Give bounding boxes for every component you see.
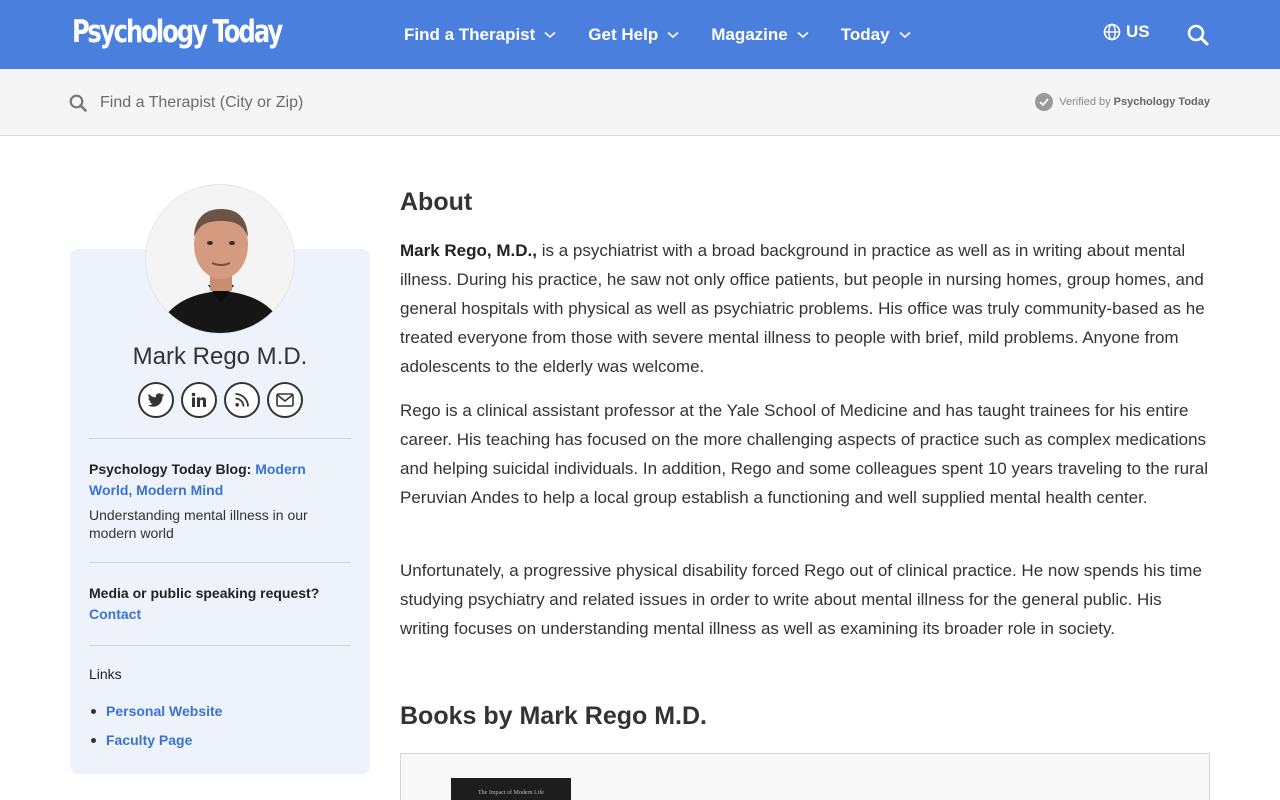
nav-find-a-therapist[interactable]: Find a Therapist	[404, 25, 556, 45]
linkedin-icon	[191, 392, 206, 407]
linkedin-button[interactable]	[181, 382, 217, 418]
header-search-button[interactable]	[1187, 24, 1209, 51]
chevron-down-icon	[544, 31, 556, 38]
media-question: Media or public speaking request?	[89, 585, 320, 601]
divider	[89, 645, 351, 646]
therapist-search-bar: Verified by Psychology Today	[0, 69, 1280, 136]
author-photo	[146, 185, 294, 333]
blog-description: Understanding mental illness in our mode…	[89, 507, 308, 541]
links-list: Personal Website Faculty Page	[89, 697, 222, 755]
about-paragraph-2: Rego is a clinical assistant professor a…	[400, 401, 1209, 507]
blog-info: Psychology Today Blog: Modern World, Mod…	[89, 459, 351, 501]
rss-button[interactable]	[224, 382, 260, 418]
personal-website-link[interactable]: Personal Website	[106, 703, 222, 719]
about-paragraph-1: Mark Rego, M.D., is a psychiatrist with …	[400, 236, 1215, 381]
list-item: Personal Website	[89, 697, 222, 726]
book-cover[interactable]: The Impact of Modern Life	[451, 778, 571, 800]
nav-label: Get Help	[588, 24, 659, 44]
divider	[89, 438, 351, 439]
rss-icon	[235, 393, 249, 407]
search-icon	[69, 94, 87, 112]
region-label: US	[1126, 22, 1150, 41]
chevron-down-icon	[899, 31, 911, 38]
chevron-down-icon	[667, 31, 679, 38]
main-nav: Find a Therapist Get Help Magazine Today	[404, 0, 943, 69]
globe-icon	[1103, 23, 1121, 41]
nav-label: Today	[840, 24, 890, 44]
email-button[interactable]	[267, 382, 303, 418]
mail-icon	[276, 393, 294, 407]
twitter-icon	[147, 392, 165, 407]
verified-brand: Psychology Today	[1113, 96, 1210, 108]
book-cover-title: The Impact of Modern Life	[478, 790, 544, 796]
paragraph-text: is a psychiatrist with a broad backgroun…	[400, 241, 1205, 376]
list-item: Faculty Page	[89, 726, 222, 755]
profile-name: Mark Rego M.D.	[132, 343, 308, 370]
top-navigation-bar: Psychology Today Find a Therapist Get He…	[0, 0, 1280, 69]
verified-prefix: Verified by	[1059, 96, 1111, 108]
books-heading: Books by Mark Rego M.D.	[400, 702, 707, 730]
about-paragraph-3: Unfortunately, a progressive physical di…	[400, 561, 1202, 638]
links-heading: Links	[89, 666, 122, 682]
nav-get-help[interactable]: Get Help	[588, 25, 679, 45]
check-circle-icon	[1035, 93, 1054, 111]
site-logo[interactable]: Psychology Today	[72, 14, 283, 50]
blog-prefix: Psychology Today Blog:	[89, 461, 252, 477]
divider	[89, 562, 351, 563]
verified-badge: Verified by Psychology Today	[1035, 93, 1210, 111]
nav-magazine[interactable]: Magazine	[711, 25, 809, 45]
twitter-button[interactable]	[138, 382, 174, 418]
contact-link[interactable]: Contact	[89, 606, 141, 622]
nav-label: Magazine	[711, 24, 788, 44]
chevron-down-icon	[797, 31, 809, 38]
region-selector[interactable]: US	[1103, 22, 1150, 42]
search-icon	[1187, 24, 1209, 46]
therapist-search-input[interactable]	[100, 89, 520, 117]
nav-label: Find a Therapist	[404, 24, 536, 44]
avatar	[145, 184, 295, 334]
media-request: Media or public speaking request? Contac…	[89, 583, 351, 625]
faculty-page-link[interactable]: Faculty Page	[106, 732, 192, 748]
nav-today[interactable]: Today	[841, 25, 911, 45]
about-heading: About	[400, 188, 473, 216]
author-name-lead: Mark Rego, M.D.,	[400, 241, 537, 260]
social-links	[138, 382, 310, 418]
